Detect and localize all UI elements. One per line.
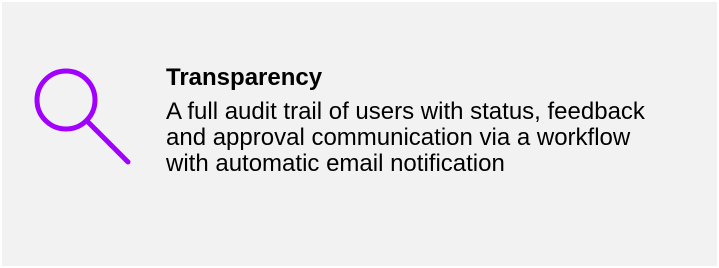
feature-text: Transparency A full audit trail of users… [166,64,686,177]
feature-description: A full audit trail of users with status,… [166,98,645,177]
feature-card: Transparency A full audit trail of users… [2,2,717,266]
feature-title: Transparency [166,64,323,91]
search-icon [32,66,136,170]
